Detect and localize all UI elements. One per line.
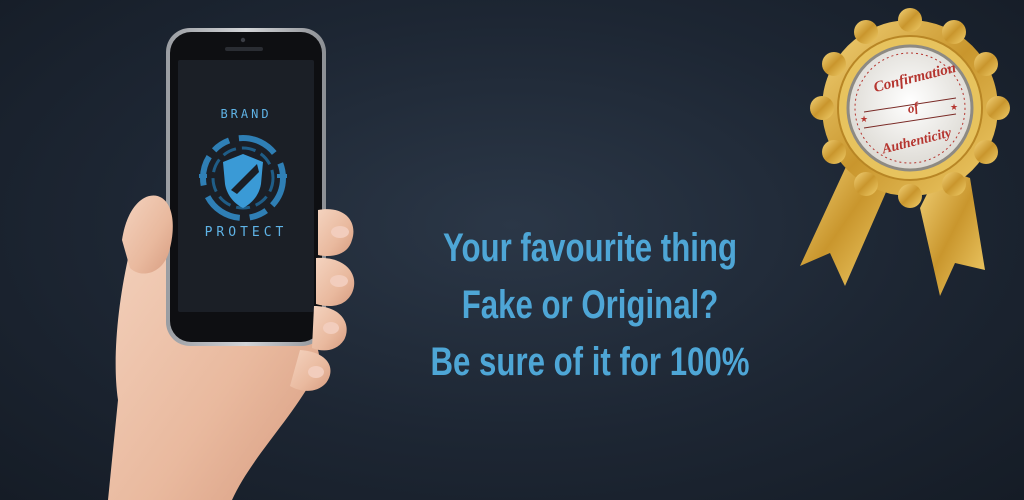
tagline-line-3: Be sure of it for 100% (430, 340, 750, 384)
seal-badge-icon: ★ ★ (800, 8, 1010, 296)
tagline-line-1: Your favourite thing (442, 226, 738, 270)
shield-icon (199, 135, 287, 221)
svg-text:★: ★ (860, 115, 868, 125)
promo-banner: BRAND PROTECT Your favourite thing Fake … (0, 0, 1024, 500)
tagline: Your favourite thing Fake or Original? B… (411, 220, 770, 391)
authenticity-seal: ★ ★ Confirmation of Authenticity (790, 8, 1022, 300)
front-camera-icon (240, 37, 246, 43)
tagline-line-2: Fake or Original? (461, 283, 719, 327)
speaker-grille-icon (225, 47, 263, 51)
svg-text:★: ★ (950, 103, 958, 113)
brand-protect-logo: BRAND PROTECT (181, 62, 311, 312)
logo-protect-text: PROTECT (204, 225, 288, 240)
